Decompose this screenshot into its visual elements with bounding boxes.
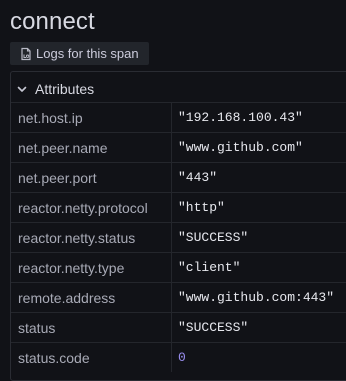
attribute-row: reactor.netty.status "SUCCESS" [11,222,346,252]
attribute-key: net.host.ip [18,109,83,126]
column-divider [171,282,172,312]
column-divider [171,192,172,222]
span-title: connect [10,8,95,35]
attributes-header: Attributes [35,81,95,97]
column-divider [171,252,172,282]
chevron-down-icon [15,82,29,96]
attribute-key: reactor.netty.status [18,229,136,246]
attribute-value: "www.github.com:443" [178,290,335,305]
attribute-value: "443" [178,170,218,185]
attribute-value: 0 [178,350,186,365]
attribute-value: "client" [178,260,241,275]
attribute-key: remote.address [18,289,116,306]
attribute-row: reactor.netty.type "client" [11,252,346,282]
attributes-panel: Attributes net.host.ip "192.168.100.43" … [10,71,346,381]
attribute-value: "www.github.com" [178,140,303,155]
logs-for-span-button[interactable]: Logs for this span [10,42,149,65]
column-divider [171,162,172,192]
attribute-key: reactor.netty.protocol [18,199,148,216]
attribute-value: "SUCCESS" [178,320,249,335]
document-logs-icon [19,47,33,61]
column-divider [171,342,172,372]
attribute-row: net.host.ip "192.168.100.43" [11,102,346,132]
attribute-key: status [18,319,56,336]
attribute-row: net.peer.port "443" [11,162,346,192]
attribute-key: status.code [18,349,90,366]
attribute-key: net.peer.name [18,139,108,156]
attribute-row: status "SUCCESS" [11,312,346,342]
attribute-row: reactor.netty.protocol "http" [11,192,346,222]
attribute-row: status.code 0 [11,342,346,372]
attribute-value: "http" [178,200,225,215]
attribute-key: reactor.netty.type [18,259,125,276]
column-divider [171,312,172,342]
attributes-table: net.host.ip "192.168.100.43" net.peer.na… [11,102,346,372]
column-divider [171,132,172,162]
attribute-value: "192.168.100.43" [178,110,303,125]
attribute-key: net.peer.port [18,169,97,186]
attribute-row: net.peer.name "www.github.com" [11,132,346,162]
attribute-value: "SUCCESS" [178,230,249,245]
column-divider [171,102,172,132]
logs-for-span-label: Logs for this span [36,46,139,61]
attributes-section-toggle[interactable]: Attributes [11,76,94,102]
attribute-row: remote.address "www.github.com:443" [11,282,346,312]
column-divider [171,222,172,252]
